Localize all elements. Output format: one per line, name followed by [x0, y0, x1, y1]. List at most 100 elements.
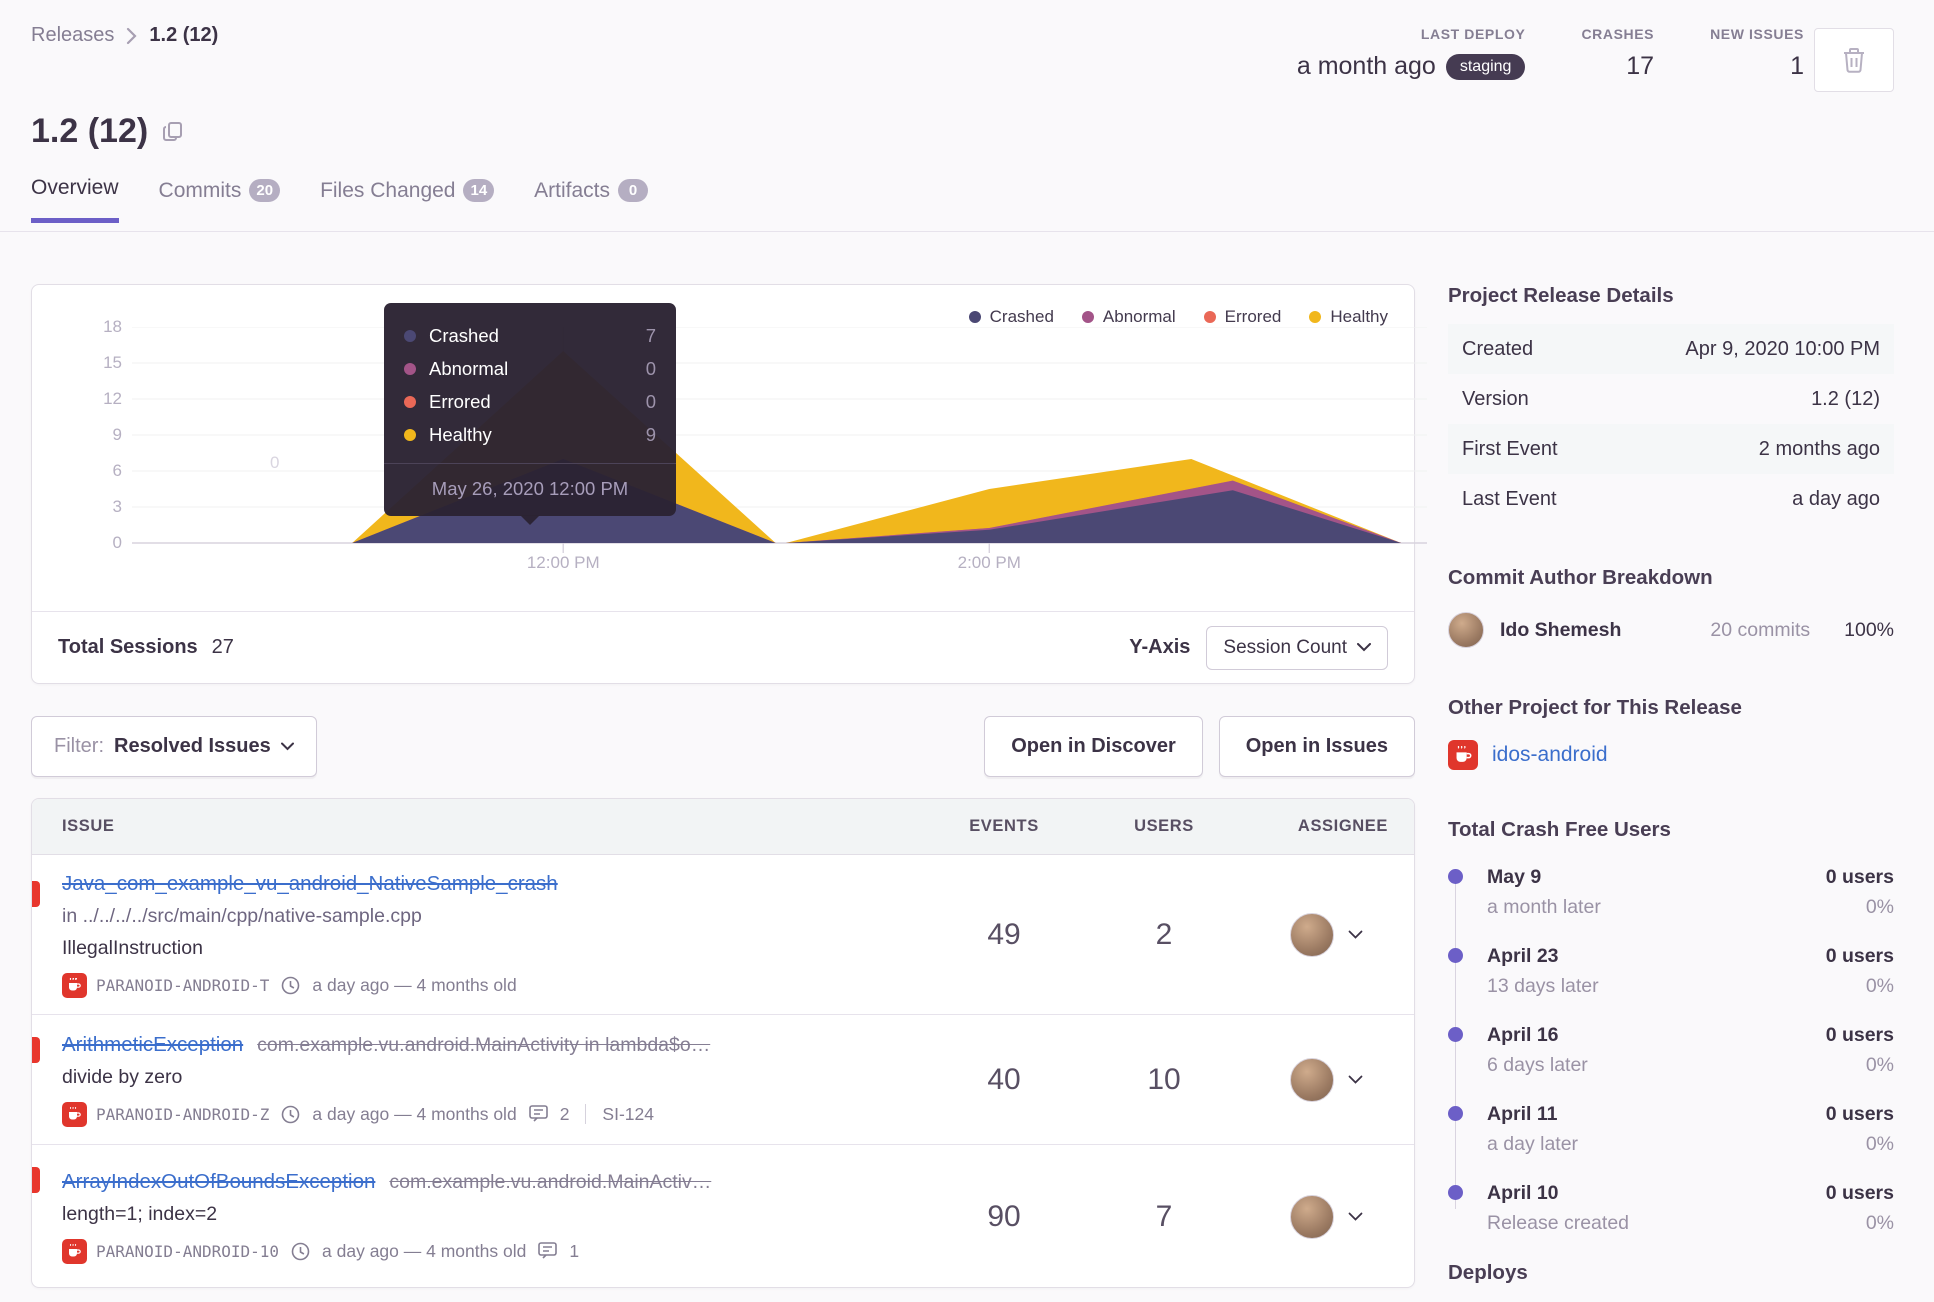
issue-title-link[interactable]: ArrayIndexOutOfBoundsException — [62, 1170, 375, 1193]
project-release-details-heading: Project Release Details — [1448, 284, 1674, 307]
other-project-row: idos-android — [1448, 740, 1894, 770]
crashed-dot-icon — [968, 311, 981, 323]
issue-age: a day ago — 4 months old — [312, 1103, 517, 1124]
timeline-dot-icon — [1448, 869, 1463, 884]
files-changed-count-badge: 14 — [463, 179, 495, 202]
issue-row: Java_com_example_vu_android_NativeSample… — [32, 855, 1414, 1015]
column-issue: ISSUE — [62, 817, 115, 835]
tab-commits[interactable]: Commits 20 — [159, 176, 281, 223]
tabs-divider — [0, 231, 1934, 232]
unresolved-marker — [32, 1167, 40, 1193]
comments-count: 2 — [559, 1103, 570, 1124]
issue-culprit: com.example.vu.android.MainActivity in l… — [257, 1033, 711, 1056]
commit-author-row: Ido Shemesh 20 commits 100% — [1448, 612, 1894, 648]
chart-tooltip: Crashed 7 Abnormal 0 Errored 0 Healthy 9… — [384, 303, 676, 525]
breadcrumb-current: 1.2 (12) — [149, 24, 219, 46]
issues-table-header: ISSUE EVENTS USERS ASSIGNEE — [32, 799, 1414, 855]
issue-events-count: 49 — [987, 917, 1021, 951]
clock-icon — [291, 1242, 310, 1261]
issue-events-count: 90 — [987, 1199, 1021, 1233]
author-percent: 100% — [1844, 618, 1894, 641]
clock-icon — [281, 976, 300, 995]
tooltip-row-crashed: Crashed 7 — [404, 319, 656, 352]
project-badge[interactable]: PARANOID-ANDROID-T — [62, 972, 269, 998]
timeline-dot-icon — [1448, 1027, 1463, 1042]
breadcrumb-releases-link[interactable]: Releases — [31, 24, 114, 47]
tooltip-row-healthy: Healthy 9 — [404, 418, 656, 451]
legend-abnormal[interactable]: Abnormal — [1081, 307, 1176, 327]
healthy-dot-icon — [1309, 311, 1322, 323]
legend-errored[interactable]: Errored — [1203, 307, 1281, 327]
errored-dot-icon — [404, 395, 416, 408]
assignee-avatar[interactable] — [1290, 912, 1334, 957]
chevron-down-icon[interactable] — [1348, 930, 1363, 940]
chevron-down-icon — [1357, 643, 1371, 652]
project-badge[interactable]: PARANOID-ANDROID-Z — [62, 1101, 269, 1127]
detail-row-last-event: Last Event a day ago — [1462, 487, 1880, 510]
tab-files-changed[interactable]: Files Changed 14 — [320, 176, 495, 223]
chevron-down-icon[interactable] — [1348, 1212, 1363, 1222]
issue-age: a day ago — 4 months old — [322, 1240, 527, 1261]
timeline-item: April 16 6 days later 0 users 0% — [1448, 1024, 1894, 1077]
artifacts-count-badge: 0 — [618, 179, 649, 202]
y-axis-select[interactable]: Session Count — [1206, 625, 1388, 670]
coffee-cup-icon — [1448, 740, 1478, 770]
column-events: EVENTS — [969, 817, 1039, 835]
release-version-title: 1.2 (12) — [31, 112, 149, 150]
tooltip-row-errored: Errored 0 — [404, 385, 656, 418]
issue-short-id: SI-124 — [602, 1103, 654, 1124]
sessions-chart-panel: Crashed Abnormal Errored Healthy 18 15 12 9… — [31, 284, 1427, 684]
crash-free-users-heading: Total Crash Free Users — [1448, 818, 1671, 841]
trash-icon — [1841, 46, 1867, 74]
delete-release-button[interactable] — [1814, 28, 1894, 92]
stat-crashes: CRASHES 17 — [1581, 26, 1654, 81]
issue-culprit: com.example.vu.android.MainActiv… — [389, 1170, 712, 1193]
issue-events-count: 40 — [987, 1062, 1021, 1096]
issue-users-count: 7 — [1155, 1199, 1173, 1233]
crashed-dot-icon — [404, 329, 416, 342]
chevron-down-icon[interactable] — [1348, 1075, 1363, 1085]
issue-users-count: 2 — [1155, 917, 1173, 951]
last-deploy-value: a month ago — [1296, 52, 1436, 80]
resolved-issues-table: ISSUE EVENTS USERS ASSIGNEE Java_com_exa… — [31, 798, 1415, 1288]
total-sessions-label: Total Sessions — [58, 636, 198, 658]
assignee-avatar[interactable] — [1290, 1057, 1334, 1102]
crash-free-timeline: May 9 a month later 0 users 0% April 23 … — [1448, 866, 1894, 1235]
timeline-item: April 23 13 days later 0 users 0% — [1448, 945, 1894, 998]
tooltip-caret — [520, 515, 540, 525]
open-in-issues-button[interactable]: Open in Issues — [1218, 716, 1415, 777]
stat-new-issues: NEW ISSUES 1 — [1710, 26, 1804, 81]
issue-title-link[interactable]: ArithmeticException — [62, 1033, 243, 1056]
issue-title-link[interactable]: Java_com_example_vu_android_NativeSample… — [62, 872, 558, 895]
coffee-cup-icon — [62, 972, 87, 998]
commits-count-badge: 20 — [249, 179, 281, 202]
issue-row: ArithmeticException com.example.vu.androi… — [32, 1015, 1414, 1145]
legend-crashed[interactable]: Crashed — [968, 307, 1054, 327]
copy-version-button[interactable] — [162, 121, 183, 142]
meta-divider — [585, 1104, 587, 1124]
crashes-label: CRASHES — [1581, 26, 1655, 42]
coffee-cup-icon — [62, 1238, 87, 1264]
chevron-down-icon — [280, 742, 294, 751]
other-project-link[interactable]: idos-android — [1492, 743, 1608, 767]
sessions-area-chart — [132, 327, 1427, 555]
timeline-dot-icon — [1448, 1185, 1463, 1200]
assignee-avatar[interactable] — [1290, 1194, 1334, 1239]
breadcrumb: Releases 1.2 (12) — [31, 24, 218, 47]
author-avatar — [1448, 612, 1484, 648]
page-title: 1.2 (12) — [31, 112, 183, 151]
tab-overview[interactable]: Overview — [31, 176, 119, 223]
comments-icon — [528, 1105, 548, 1123]
issue-row: ArrayIndexOutOfBoundsException com.exampl… — [32, 1145, 1414, 1287]
tooltip-row-abnormal: Abnormal 0 — [404, 352, 656, 385]
issues-filter-dropdown[interactable]: Filter: Resolved Issues — [31, 716, 317, 777]
tab-artifacts[interactable]: Artifacts 0 — [534, 176, 649, 223]
project-badge[interactable]: PARANOID-ANDROID-10 — [62, 1238, 279, 1264]
release-header-stats: LAST DEPLOY a month ago staging CRASHES … — [1297, 26, 1804, 81]
tooltip-date: May 26, 2020 12:00 PM — [431, 478, 629, 499]
timeline-item: April 10 Release created 0 users 0% — [1448, 1182, 1894, 1235]
open-in-discover-button[interactable]: Open in Discover — [984, 716, 1203, 777]
author-name: Ido Shemesh — [1500, 618, 1622, 641]
abnormal-dot-icon — [404, 362, 416, 375]
legend-healthy[interactable]: Healthy — [1309, 307, 1388, 327]
